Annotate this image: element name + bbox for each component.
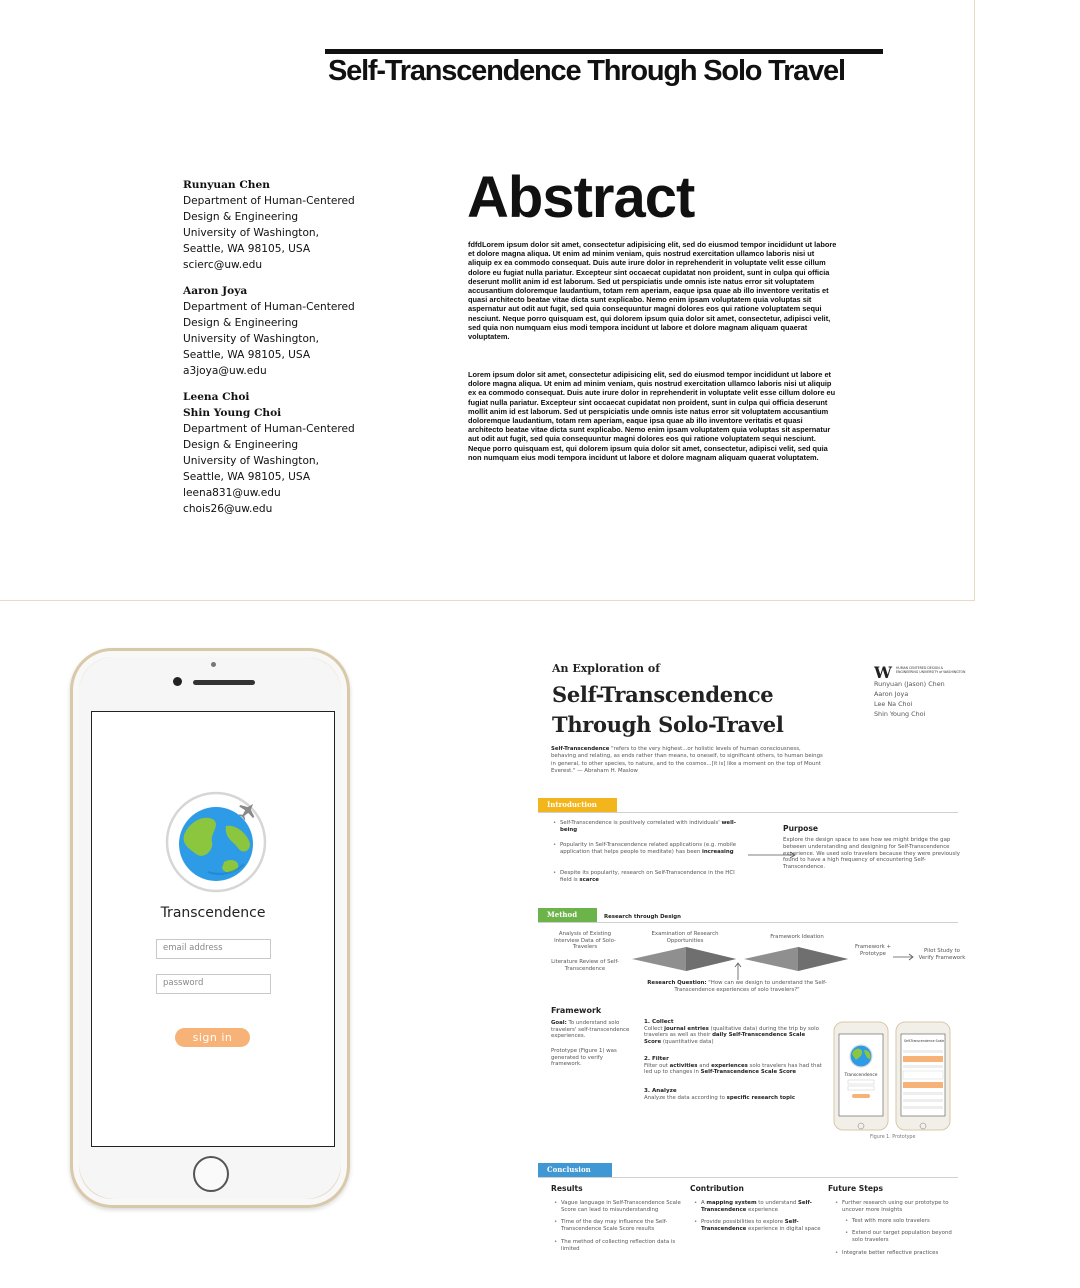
author-affiliation-line: Seattle, WA 98105, USA xyxy=(183,471,311,483)
author-email[interactable]: a3joya@uw.edu xyxy=(183,363,443,379)
section-divider xyxy=(538,812,958,813)
abstract-paragraph-2: Lorem ipsum dolor sit amet, consectetur … xyxy=(468,370,836,462)
phone-screen: Transcendence email address password sig… xyxy=(91,711,335,1147)
author-affiliation-line: Department of Human-Centered xyxy=(183,423,355,435)
contribution-heading: Contribution xyxy=(690,1184,744,1193)
framework-step-analyze: 3. Analyze Analyze the data according to… xyxy=(644,1088,796,1101)
method-step-examination: Examination of Research Opportunities xyxy=(651,931,719,944)
paper-title: Self-Transcendence Through Solo Travel xyxy=(328,55,846,87)
abstract-paragraph-1: fdfdLorem ipsum dolor sit amet, consecte… xyxy=(468,240,837,342)
result-bullet: Vague language in Self-Transcendence Sca… xyxy=(554,1200,681,1214)
future-steps-heading: Future Steps xyxy=(828,1184,883,1193)
result-bullet: Time of the day may influence the Self-T… xyxy=(554,1219,681,1233)
poster-author-name: Runyuan (Jason) Chen xyxy=(874,680,945,688)
author-affiliation-line: University of Washington, xyxy=(183,333,320,345)
poster-author-name: Lee Na Choi xyxy=(874,700,913,708)
poster-author-name: Aaron Joya xyxy=(874,690,909,698)
uw-department-label: HUMAN CENTERED DESIGN & ENGINEERING UNIV… xyxy=(896,666,966,674)
author-affiliation-line: Design & Engineering xyxy=(183,439,299,451)
method-step-pilot: Pilot Study to Verify Framework xyxy=(918,948,966,961)
results-heading: Results xyxy=(551,1184,583,1193)
phone-mockup: Transcendence email address password sig… xyxy=(70,648,350,1208)
poster-author-name: Shin Young Choi xyxy=(874,710,926,718)
method-subtitle: Research through Design xyxy=(604,914,681,920)
section-divider xyxy=(538,1177,958,1178)
figure-caption: Figure 1. Prototype xyxy=(870,1135,916,1140)
framework-step-filter: 2. Filter Filter out activities and expe… xyxy=(644,1056,822,1076)
svg-text:Self-Transcendence Scale: Self-Transcendence Scale xyxy=(904,1039,944,1043)
abstract-page: Self-Transcendence Through Solo Travel R… xyxy=(0,0,975,601)
future-step-subbullet: Extend our target population beyond solo… xyxy=(845,1230,962,1244)
email-field[interactable]: email address xyxy=(156,939,271,959)
framework-goal: Goal: To understand solo travelers' self… xyxy=(551,1020,630,1040)
author-email[interactable]: leena831@uw.edu xyxy=(183,485,443,501)
maslow-quote: Self-Transcendence "refers to the very h… xyxy=(551,746,823,776)
author-affiliation-line: Department of Human-Centered xyxy=(183,195,355,207)
intro-bullet: Popularity in Self-Transcendence related… xyxy=(553,842,740,856)
phone-sensor xyxy=(211,662,216,667)
framework-heading: Framework xyxy=(551,1006,602,1015)
uw-logo: W xyxy=(873,663,894,682)
section-tag-introduction: Introduction xyxy=(538,798,617,812)
author-list: Runyuan Chen Department of Human-Centered… xyxy=(183,177,443,527)
password-field[interactable]: password xyxy=(156,974,271,994)
title-rule xyxy=(325,49,883,54)
author-affiliation-line: Department of Human-Centered xyxy=(183,301,355,313)
up-arrow-icon xyxy=(734,962,742,980)
method-step-literature: Literature Review of Self-Transcendence xyxy=(551,959,619,972)
intro-bullet: Despite its popularity, research on Self… xyxy=(553,870,740,884)
framework-prototype-note: Prototype (Figure 1) was generated to ve… xyxy=(551,1048,617,1068)
quote-term: Self-Transcendence xyxy=(551,746,610,752)
poster-kicker: An Exploration of xyxy=(552,662,660,675)
author-affiliation-line: Design & Engineering xyxy=(183,317,299,329)
author-affiliation-line: Seattle, WA 98105, USA xyxy=(183,349,311,361)
framework-step-collect: 1. Collect Collect journal entries (qual… xyxy=(644,1019,819,1045)
app-name: Transcendence xyxy=(160,905,266,921)
globe-with-airplane-icon xyxy=(164,790,268,894)
author-email[interactable]: chois26@uw.edu xyxy=(183,501,443,517)
author-email[interactable]: scierc@uw.edu xyxy=(183,257,443,273)
future-step-subbullet: Test with more solo travelers xyxy=(845,1218,962,1225)
right-arrow-icon xyxy=(893,953,914,961)
future-step-bullet: Integrate better reflective practices xyxy=(835,1250,962,1257)
section-tag-conclusion: Conclusion xyxy=(538,1163,612,1177)
diamond-process-diagram xyxy=(632,947,848,971)
contribution-bullet: A mapping system to understand Self-Tran… xyxy=(694,1200,823,1214)
author-affiliation-line: Design & Engineering xyxy=(183,211,299,223)
sign-in-button[interactable]: sign in xyxy=(175,1028,250,1047)
section-divider xyxy=(538,922,958,923)
svg-text:W: W xyxy=(874,665,893,679)
method-step-analysis: Analysis of Existing Interview Data of S… xyxy=(554,931,616,951)
author-block: Leena Choi Shin Young Choi Department of H… xyxy=(183,389,443,517)
poster-authors: Runyuan (Jason) Chen Aaron Joya Lee Na Cho… xyxy=(874,679,945,719)
phone-speaker xyxy=(193,680,255,685)
intro-bullet: Self-Transcendence is positively correla… xyxy=(553,820,740,834)
method-step-ideation: Framework Ideation xyxy=(770,934,824,940)
research-question: Research Question: "How can we design to… xyxy=(647,980,827,993)
author-name: Shin Young Choi xyxy=(183,407,282,419)
author-name: Aaron Joya xyxy=(183,285,248,297)
home-button xyxy=(193,1156,229,1192)
author-affiliation-line: Seattle, WA 98105, USA xyxy=(183,243,311,255)
author-name: Runyuan Chen xyxy=(183,179,270,191)
section-tag-method: Method xyxy=(538,908,597,922)
author-block: Aaron Joya Department of Human-Centered De… xyxy=(183,283,443,379)
poster-title: Self-Transcendence Through Solo-Travel xyxy=(552,682,784,737)
research-poster: An Exploration of Self-Transcendence Thr… xyxy=(530,650,970,1270)
prototype-phones-figure: Transcendence Self-Transcendence Scale xyxy=(833,1021,951,1131)
abstract-heading: Abstract xyxy=(467,165,695,230)
purpose-text: Explore the design space to see how we m… xyxy=(783,837,960,871)
result-bullet: The method of collecting reflection data… xyxy=(554,1239,681,1253)
author-affiliation-line: University of Washington, xyxy=(183,227,320,239)
svg-text:Transcendence: Transcendence xyxy=(844,1072,878,1078)
front-camera-icon xyxy=(173,677,182,686)
author-affiliation-line: University of Washington, xyxy=(183,455,320,467)
contribution-bullet: Provide possibilities to explore Self-Tr… xyxy=(694,1219,823,1233)
author-name: Leena Choi xyxy=(183,391,250,403)
future-step-bullet: Further research using our prototype to … xyxy=(835,1200,962,1214)
author-block: Runyuan Chen Department of Human-Centered… xyxy=(183,177,443,273)
purpose-heading: Purpose xyxy=(783,824,819,833)
